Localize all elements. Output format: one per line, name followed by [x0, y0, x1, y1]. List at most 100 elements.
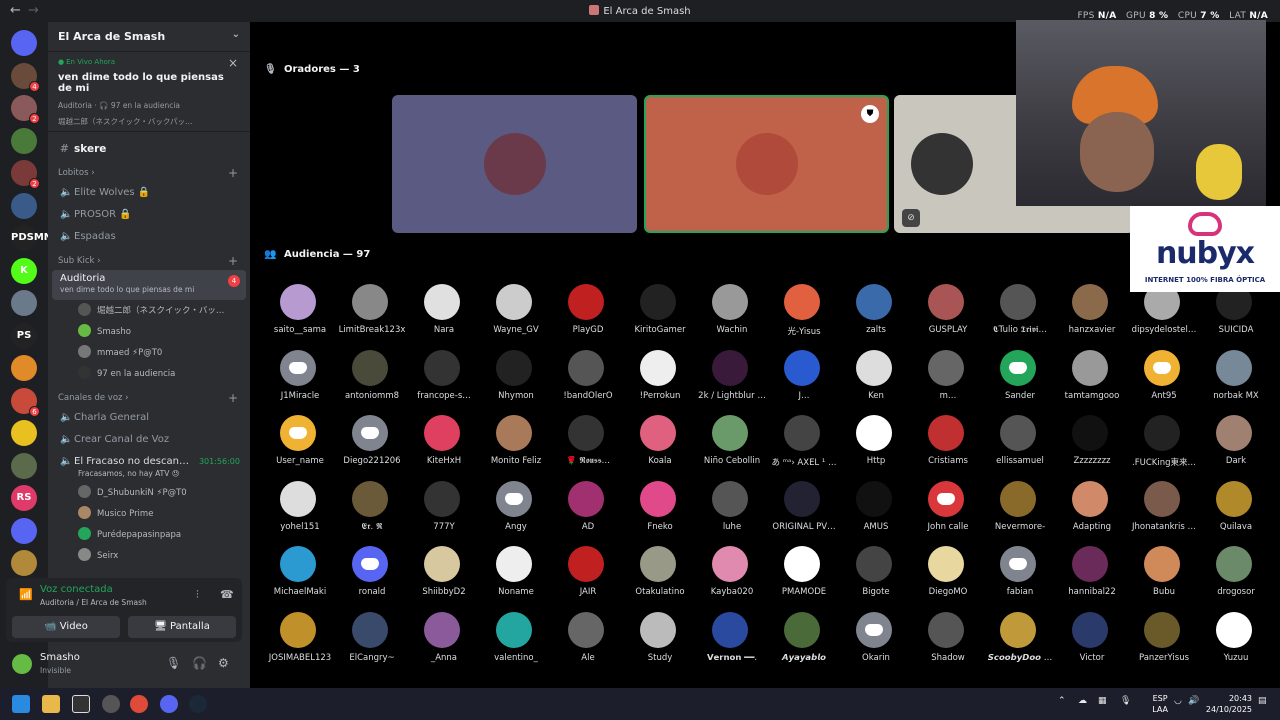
audience-member[interactable]: Ale — [552, 611, 624, 678]
category-sub-kick[interactable]: Sub Kick › + — [48, 248, 250, 270]
audience-member[interactable]: Nevermore- — [984, 480, 1056, 547]
audience-member[interactable]: 🌹 𝕽𝖔𝖚𝖘𝖘… — [552, 415, 624, 481]
audience-member[interactable]: Fneko — [624, 480, 696, 547]
audience-member[interactable]: 777Y — [408, 480, 480, 547]
chevron-down-icon[interactable]: ⌄ — [232, 29, 240, 40]
audience-member[interactable]: User_name — [264, 415, 336, 481]
audience-member[interactable]: J… — [768, 349, 840, 416]
audience-member[interactable]: Nara — [408, 284, 480, 350]
audience-member[interactable]: Quilava — [1200, 480, 1272, 547]
server-4-icon[interactable]: 2 — [11, 160, 40, 189]
audience-member[interactable]: tamtamgooo — [1056, 349, 1128, 416]
audience-member[interactable]: Ant95 — [1128, 349, 1200, 416]
windows-start-icon[interactable] — [12, 695, 30, 713]
audience-member[interactable]: !Perrokun — [624, 349, 696, 416]
audience-member[interactable]: AD — [552, 480, 624, 547]
audience-member[interactable]: yohel151 — [264, 480, 336, 547]
audience-member[interactable]: AMUS — [840, 480, 912, 547]
audience-member[interactable]: 光-Yisus — [768, 284, 840, 350]
audience-member[interactable]: JOSIMABEL123 — [264, 611, 336, 678]
audience-member[interactable]: Bigote — [840, 546, 912, 612]
audience-member[interactable]: Adapting — [1056, 480, 1128, 547]
server-1-icon[interactable]: 4 — [11, 62, 40, 92]
audience-member[interactable]: Bubu — [1128, 546, 1200, 612]
chrome-icon[interactable] — [130, 695, 148, 713]
file-explorer-icon[interactable] — [42, 695, 60, 713]
server-header[interactable]: El Arca de Smash ⌄ — [48, 22, 250, 52]
audience-member[interactable]: luhe — [696, 480, 768, 547]
volume-icon[interactable]: 🔊 — [1188, 696, 1199, 706]
audience-member[interactable]: Cristiams — [912, 415, 984, 481]
voice-user[interactable]: Seirx — [48, 546, 250, 567]
audience-member[interactable]: Diego221206 — [336, 415, 408, 481]
category-voice[interactable]: Canales de voz › + — [48, 385, 250, 407]
server-16-icon[interactable] — [11, 550, 37, 576]
channel-elite-wolves[interactable]: 🔈 Elite Wolves 🔒 — [48, 182, 250, 204]
server-5-icon[interactable] — [11, 192, 37, 219]
screen-share-button[interactable]: 🖥 Pantalla — [128, 616, 236, 638]
audience-member[interactable]: KiritoGamer — [624, 284, 696, 350]
audience-member[interactable]: Noname — [480, 546, 552, 612]
audience-member[interactable]: JAIR — [552, 546, 624, 612]
network-icon[interactable]: ▦ — [1098, 696, 1107, 706]
audience-member[interactable]: PlayGD — [552, 284, 624, 350]
audience-member[interactable]: !bandOlerO — [552, 349, 624, 416]
noise-suppression-icon[interactable]: ⫶ — [196, 588, 199, 602]
speaker-2-tile[interactable]: ⛊ — [644, 95, 889, 233]
audience-member[interactable]: Victor — [1056, 611, 1128, 678]
microphone-icon[interactable]: 🎙 — [1120, 696, 1131, 706]
gear-icon[interactable]: ⚙ — [218, 656, 229, 670]
channel-prosor[interactable]: 🔈 PROSOR 🔒 — [48, 204, 250, 226]
server-2-icon[interactable]: 2 — [11, 95, 40, 124]
audience-member[interactable]: Okarin — [840, 611, 912, 678]
audience-member[interactable]: 𝕰𝖗. 𝕽 — [336, 480, 408, 547]
audience-member[interactable]: _Anna — [408, 611, 480, 678]
audience-member[interactable]: m… — [912, 349, 984, 416]
audience-member[interactable]: Kayba020 — [696, 546, 768, 612]
audience-member[interactable]: MichaelMaki — [264, 546, 336, 612]
voice-user[interactable]: D_ShubunkiN ⚡P@T0 — [48, 483, 250, 504]
video-button[interactable]: 📹 Video — [12, 616, 120, 638]
channel-crear-canal[interactable]: 🔈 Crear Canal de Voz — [48, 429, 250, 451]
audience-member[interactable]: 2k / Lightblur … — [696, 349, 768, 416]
microphone-icon[interactable]: 🎙 — [166, 656, 181, 670]
audience-member[interactable]: GUSPLAY — [912, 284, 984, 350]
audience-member[interactable]: Jhonatankris … — [1128, 480, 1200, 547]
audience-member[interactable]: 𝕮Tulio 𝕿𝖗𝖎𝖛𝖎… — [984, 284, 1056, 350]
audience-member[interactable]: Wachin — [696, 284, 768, 350]
audience-member[interactable]: fabian — [984, 546, 1056, 612]
audience-member[interactable]: Yuzuu — [1200, 611, 1272, 678]
server-15-icon[interactable] — [11, 517, 37, 544]
audience-member[interactable]: あ ᵐᵃ› AXEL ¹ … — [768, 415, 840, 481]
server-11-icon[interactable]: 6 — [11, 387, 40, 417]
audience-member[interactable]: antoniomm8 — [336, 349, 408, 416]
voice-user[interactable]: Musico Prime — [48, 504, 250, 525]
audience-member[interactable]: Niño Cebollin — [696, 415, 768, 481]
steam-icon[interactable] — [189, 695, 207, 713]
audience-member[interactable]: valentino_ — [480, 611, 552, 678]
audience-member[interactable]: dipsydelostel… — [1128, 284, 1200, 350]
category-lobitos[interactable]: Lobitos › + — [48, 160, 250, 182]
avatar[interactable] — [12, 654, 32, 674]
audience-member[interactable]: John calle — [912, 480, 984, 547]
server-6-icon[interactable]: PDSMN — [11, 225, 52, 251]
audience-member[interactable]: Wayne_GV — [480, 284, 552, 350]
audience-member[interactable]: ShiibbyD2 — [408, 546, 480, 612]
server-10-icon[interactable] — [11, 355, 37, 381]
voice-user[interactable]: 堀越二郎（ネスクイック・バッ… — [48, 301, 250, 322]
audience-member[interactable]: Shadow — [912, 611, 984, 678]
tray-app-icon[interactable]: ☁ — [1078, 696, 1087, 706]
headphones-icon[interactable]: 🎧 — [192, 656, 207, 670]
signal-icon[interactable]: 📶 — [19, 588, 33, 601]
audience-member[interactable]: 𝙎𝙘𝙤𝙤𝙗𝙮𝘿𝙤𝙤 … — [984, 611, 1056, 678]
server-14-icon[interactable]: RS — [11, 485, 37, 511]
audience-member[interactable]: 𝘼𝙮𝙖𝙮𝙖𝙗𝙡𝙤 — [768, 611, 840, 678]
server-9-icon[interactable]: PS — [11, 322, 37, 349]
audience-member[interactable]: Otakulatino — [624, 546, 696, 612]
channel-auditoria[interactable]: Auditoria ven dime todo lo que piensas d… — [52, 270, 246, 300]
channel-espadas[interactable]: 🔈 Espadas — [48, 226, 250, 248]
app-icon[interactable] — [72, 695, 90, 713]
audience-member[interactable]: PanzerYisus — [1128, 611, 1200, 678]
channel-skere[interactable]: # skere — [48, 138, 250, 160]
audience-member[interactable]: Study — [624, 611, 696, 678]
